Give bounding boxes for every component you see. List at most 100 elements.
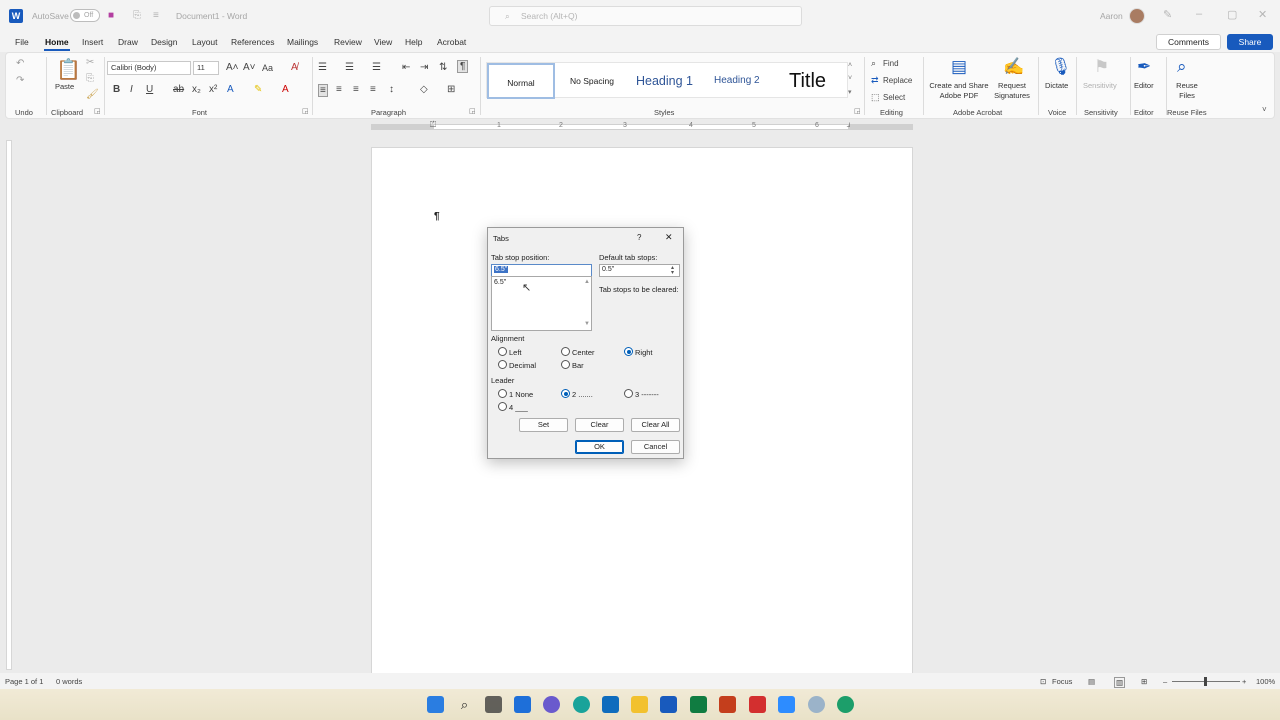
word-count[interactable]: 0 words <box>56 677 82 686</box>
web-layout-icon[interactable]: ⊞ <box>1141 677 1147 686</box>
grow-font-icon[interactable]: A˄ <box>226 62 239 73</box>
dictate-button[interactable]: Dictate <box>1045 81 1068 91</box>
style-title[interactable]: Title <box>789 63 826 99</box>
alignment-center-radio[interactable] <box>561 347 570 356</box>
change-case-button[interactable]: Aa <box>262 63 273 73</box>
align-center-icon[interactable]: ≡ <box>336 84 342 95</box>
close-window-icon[interactable]: ✕ <box>1258 8 1267 21</box>
task-view-icon[interactable] <box>485 696 502 713</box>
acrobat-icon[interactable] <box>749 696 766 713</box>
help-icon[interactable]: ? <box>637 233 641 242</box>
horizontal-ruler[interactable]: ⏍ 1 2 3 4 5 6 ┘ <box>371 120 913 133</box>
word-taskbar-icon[interactable] <box>660 696 677 713</box>
minimize-icon[interactable]: – <box>1196 8 1202 20</box>
font-size-select[interactable]: 11 <box>193 61 219 75</box>
clipboard-dialog-launcher-icon[interactable]: ◲ <box>94 107 101 115</box>
editor-icon[interactable]: ✒ <box>1137 57 1151 77</box>
default-tab-stops-spinner[interactable]: 0.5" ▴ ▾ <box>599 264 680 277</box>
format-painter-icon[interactable]: 🖌 <box>86 89 99 100</box>
font-dialog-launcher-icon[interactable]: ◲ <box>302 107 309 115</box>
start-icon[interactable] <box>427 696 444 713</box>
zoom-out-icon[interactable]: – <box>1163 677 1167 686</box>
vertical-ruler[interactable] <box>4 140 14 670</box>
collapse-ribbon-icon[interactable]: ˅ <box>1262 105 1267 114</box>
alignment-decimal-radio[interactable] <box>498 360 507 369</box>
copy-icon[interactable]: ⎘ <box>86 73 94 84</box>
zoom-app-icon[interactable] <box>778 696 795 713</box>
excel-icon[interactable] <box>690 696 707 713</box>
tab-insert[interactable]: Insert <box>82 37 103 47</box>
font-name-select[interactable]: Calibri (Body) <box>107 61 191 75</box>
tab-help[interactable]: Help <box>405 37 422 47</box>
zoom-in-icon[interactable]: + <box>1242 677 1246 686</box>
create-pdf-icon[interactable]: ▤ <box>951 57 967 77</box>
styles-more-icon[interactable]: ▾ <box>848 88 852 96</box>
clear-formatting-icon[interactable]: A̸ <box>291 62 298 73</box>
increase-indent-icon[interactable]: ⇥ <box>420 62 428 73</box>
tab-acrobat[interactable]: Acrobat <box>437 37 466 47</box>
cut-icon[interactable]: ✂ <box>86 57 94 68</box>
maximize-icon[interactable]: ▢ <box>1227 8 1237 21</box>
reuse-files-icon[interactable]: ⌕ <box>1177 57 1187 77</box>
scroll-up-icon[interactable]: ▲ <box>584 279 590 285</box>
settings-icon[interactable] <box>808 696 825 713</box>
focus-icon[interactable]: ⊡ <box>1040 677 1046 686</box>
reuse-files-button[interactable]: Reuse Files <box>1174 81 1200 101</box>
tab-review[interactable]: Review <box>334 37 362 47</box>
alignment-left-label[interactable]: Left <box>509 348 522 357</box>
focus-button[interactable]: Focus <box>1052 677 1072 686</box>
show-marks-icon[interactable]: ¶ <box>457 60 469 73</box>
style-heading-2[interactable]: Heading 2 <box>714 63 760 99</box>
request-signatures-button[interactable]: Request Signatures <box>992 81 1032 101</box>
document-icon[interactable]: ⎘ <box>133 10 141 21</box>
highlight-icon[interactable]: ✎ <box>254 84 262 95</box>
alignment-center-label[interactable]: Center <box>572 348 595 357</box>
tab-references[interactable]: References <box>231 37 274 47</box>
spinner-down-icon[interactable]: ▾ <box>671 269 674 276</box>
text-effects-icon[interactable]: A <box>227 84 234 95</box>
tab-mailings[interactable]: Mailings <box>287 37 318 47</box>
share-button[interactable]: Share <box>1227 34 1273 50</box>
paragraph-dialog-launcher-icon[interactable]: ◲ <box>469 107 476 115</box>
search-box[interactable]: ⌕ Search (Alt+Q) <box>489 6 802 26</box>
sensitivity-icon[interactable]: ⚑ <box>1094 57 1109 77</box>
strikethrough-icon[interactable]: ab <box>173 84 184 95</box>
right-tab-stop-icon[interactable]: ┘ <box>847 124 852 131</box>
align-right-icon[interactable]: ≡ <box>353 84 359 95</box>
avatar[interactable] <box>1129 8 1145 24</box>
ok-button[interactable]: OK <box>575 440 624 454</box>
zoom-slider-thumb[interactable] <box>1204 677 1207 686</box>
numbering-icon[interactable]: ☰ <box>345 62 354 73</box>
alignment-decimal-label[interactable]: Decimal <box>509 361 536 370</box>
leader-none-label[interactable]: 1 None <box>509 390 533 399</box>
styles-dialog-launcher-icon[interactable]: ◲ <box>854 107 861 115</box>
leader-none-radio[interactable] <box>498 389 507 398</box>
alignment-right-radio[interactable] <box>624 347 633 356</box>
customize-qat-icon[interactable]: ≡ <box>153 10 159 21</box>
styles-scroll-up-icon[interactable]: ˄ <box>848 62 852 69</box>
select-button[interactable]: Select <box>883 93 905 102</box>
create-pdf-button[interactable]: Create and Share Adobe PDF <box>928 81 990 101</box>
clear-all-button[interactable]: Clear All <box>631 418 680 432</box>
sensitivity-button[interactable]: Sensitivity <box>1083 81 1117 91</box>
outlook-icon[interactable] <box>602 696 619 713</box>
save-icon[interactable]: ■ <box>108 10 114 21</box>
alignment-bar-radio[interactable] <box>561 360 570 369</box>
decrease-indent-icon[interactable]: ⇤ <box>402 62 410 73</box>
line-spacing-icon[interactable]: ↕ <box>389 84 394 95</box>
close-icon[interactable]: ✕ <box>665 232 673 243</box>
shrink-font-icon[interactable]: A˅ <box>243 62 256 73</box>
replace-icon[interactable]: ⇄ <box>871 75 879 86</box>
indent-marker-icon[interactable]: ⏍ <box>430 120 436 130</box>
font-color-icon[interactable]: A <box>282 84 289 95</box>
scroll-down-icon[interactable]: ▼ <box>584 321 590 327</box>
leader-dots-radio[interactable] <box>561 389 570 398</box>
list-item[interactable]: 6.5" <box>494 279 506 286</box>
paste-label[interactable]: Paste <box>55 82 74 92</box>
style-normal[interactable]: Normal <box>487 63 555 99</box>
underline-icon[interactable]: U <box>146 84 153 95</box>
styles-scroll-down-icon[interactable]: ˅ <box>848 75 852 82</box>
edge-icon[interactable] <box>573 696 590 713</box>
bold-icon[interactable]: B <box>113 84 120 95</box>
shading-icon[interactable]: ◇ <box>420 84 428 95</box>
